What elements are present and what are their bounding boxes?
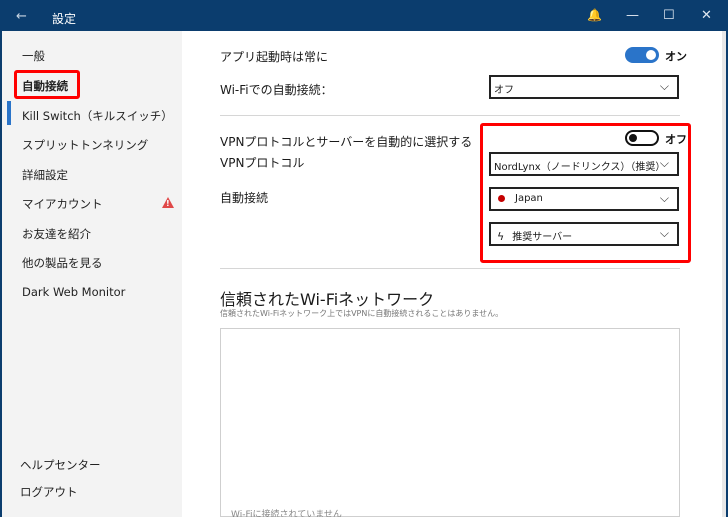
sidebar-item-general[interactable]: 一般 [22,48,45,64]
launch-toggle-text: オン [665,50,687,63]
highlight-box-settings [480,123,691,263]
settings-window: ← 設定 🔔 — ☐ ✕ 一般 自動接続 Kill Switch（キルスイッチ）… [0,0,728,517]
chevron-down-icon: ⌵ [659,79,669,93]
divider [220,115,680,116]
main-panel: アプリ起動時は常に オン Wi-Fiでの自動接続： オフ ⌵ VPNプロトコルと… [182,31,726,517]
warning-icon: ! [162,197,174,208]
trusted-networks-description: 信頼されたWi-Fiネットワーク上ではVPNに自動接続されることはありません。 [220,309,504,318]
wifi-auto-select[interactable]: オフ ⌵ [489,75,679,99]
title-bar: ← 設定 🔔 — ☐ ✕ [2,2,726,31]
sidebar-item-logout[interactable]: ログアウト [20,484,78,500]
sidebar-item-my-account[interactable]: マイアカウント [22,196,103,212]
autoconnect-label: 自動接続 [220,191,269,205]
divider [220,268,680,269]
sidebar-item-kill-switch[interactable]: Kill Switch（キルスイッチ） [22,108,173,124]
back-arrow-icon[interactable]: ← [16,9,27,24]
auto-select-label: VPNプロトコルとサーバーを自動的に選択する [220,135,473,149]
active-indicator [7,101,11,125]
sidebar-item-dark-web-monitor[interactable]: Dark Web Monitor [22,285,125,299]
trusted-networks-title: 信頼されたWi-Fiネットワーク [220,290,435,309]
sidebar-item-advanced[interactable]: 詳細設定 [22,167,68,183]
window-title: 設定 [52,12,77,26]
highlight-box-sidebar [14,70,80,99]
launch-toggle[interactable] [625,47,659,63]
wifi-auto-label: Wi-Fiでの自動接続： [220,83,333,97]
protocol-label: VPNプロトコル [220,156,305,170]
maximize-button[interactable]: ☐ [663,8,675,23]
sidebar-item-other-products[interactable]: 他の製品を見る [22,255,103,271]
sidebar-item-help-center[interactable]: ヘルプセンター [20,457,101,473]
minimize-button[interactable]: — [626,8,639,23]
sidebar-item-split-tunneling[interactable]: スプリットトンネリング [22,137,148,153]
bell-icon[interactable]: 🔔 [587,8,602,22]
scrollbar[interactable] [722,31,726,517]
empty-list-text: Wi-Fiに接続されていません [231,510,342,517]
sidebar: 一般 自動接続 Kill Switch（キルスイッチ） スプリットトンネリング … [2,31,182,517]
close-button[interactable]: ✕ [701,8,712,23]
sidebar-item-refer-friend[interactable]: お友達を紹介 [22,226,91,242]
launch-label: アプリ起動時は常に [220,50,329,64]
trusted-networks-list[interactable]: Wi-Fiに接続されていません [220,328,680,517]
